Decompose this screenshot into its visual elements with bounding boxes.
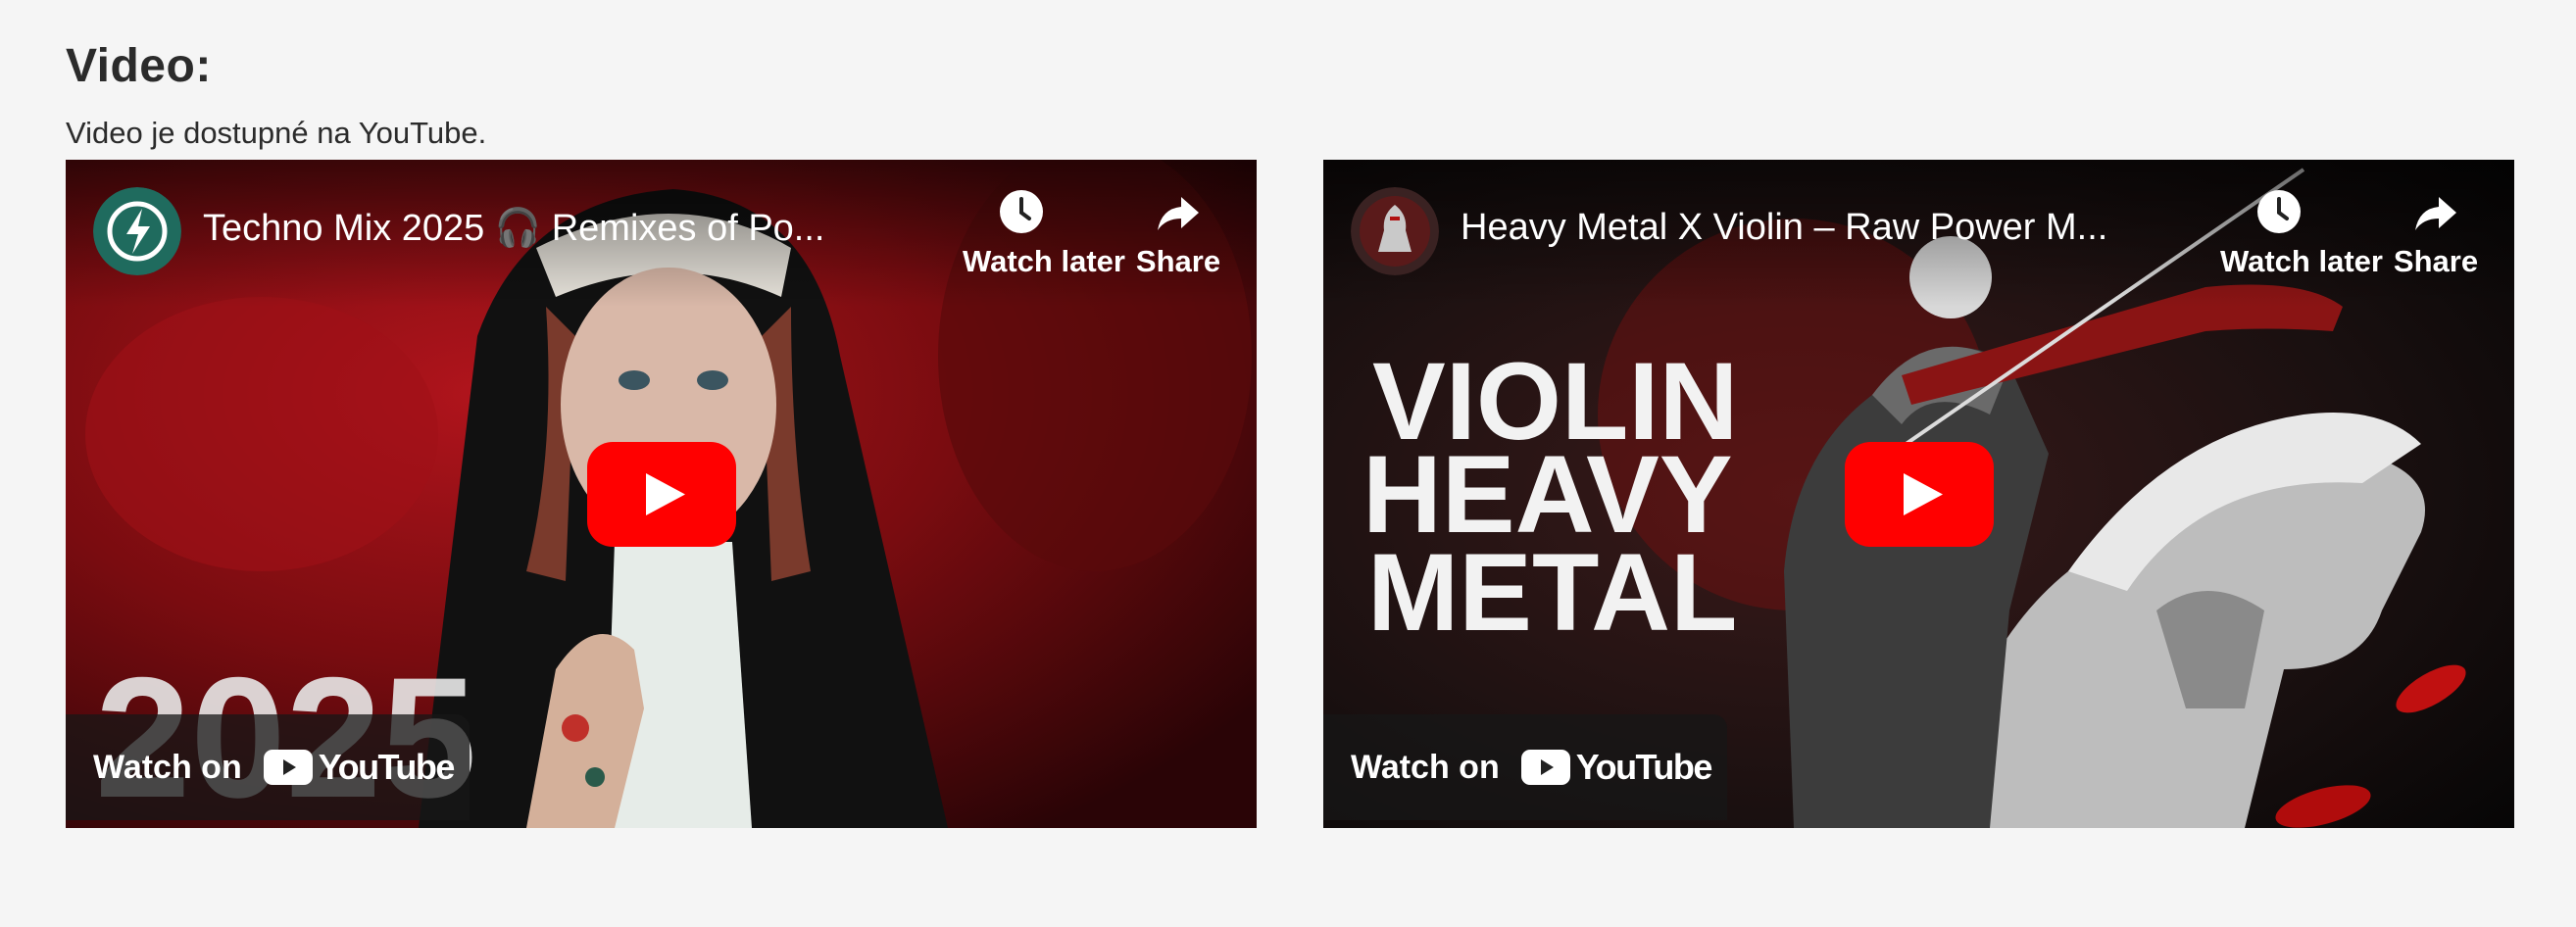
share-arrow-icon: [2415, 197, 2456, 230]
video-title[interactable]: Heavy Metal X Violin – Raw Power M...: [1461, 207, 2127, 249]
channel-avatar[interactable]: [93, 187, 181, 275]
watch-later-button[interactable]: Watch later: [963, 187, 1125, 279]
share-label: Share: [2393, 244, 2479, 278]
thumbnail-word-metal: METAL: [1367, 531, 1737, 654]
thumbnail-title-text: VIOLIN HEAVY METAL: [1362, 340, 1738, 654]
watch-later-label: Watch later: [963, 244, 1125, 278]
watch-later-button[interactable]: Watch later: [2220, 187, 2383, 279]
play-button[interactable]: [586, 442, 736, 547]
youtube-logo-icon: [1520, 750, 1570, 785]
youtube-embed-heavy-metal-violin[interactable]: VIOLIN HEAVY METAL Heavy Metal X Violin …: [1323, 160, 2514, 828]
youtube-wordmark: YouTube: [1575, 747, 1713, 787]
watch-on-label: Watch on: [1351, 748, 1500, 786]
youtube-logo: YouTube: [263, 747, 456, 788]
section-heading: Video:: [66, 40, 212, 92]
youtube-embed-techno-mix[interactable]: 2025 Techno Mix 2025 🎧 Remixes of Po... …: [66, 160, 1257, 828]
watch-on-label: Watch on: [93, 748, 242, 786]
clock-icon: [1000, 190, 1043, 233]
play-button[interactable]: [1844, 442, 1994, 547]
youtube-logo-icon: [263, 750, 313, 785]
section-subtext: Video je dostupné na YouTube.: [66, 116, 487, 150]
video-title[interactable]: Techno Mix 2025 🎧 Remixes of Po...: [203, 207, 869, 250]
share-button[interactable]: Share: [2377, 187, 2495, 279]
watch-later-label: Watch later: [2220, 244, 2383, 278]
share-label: Share: [1135, 244, 1221, 278]
share-button[interactable]: Share: [1119, 187, 1237, 279]
clock-icon: [2257, 190, 2301, 233]
watch-on-youtube-link[interactable]: Watch on YouTube: [1323, 714, 1727, 820]
watch-on-youtube-link[interactable]: Watch on YouTube: [66, 714, 470, 820]
knight-channel-icon: [1351, 187, 1439, 275]
share-arrow-icon: [1158, 197, 1199, 230]
channel-avatar[interactable]: [1351, 187, 1439, 275]
youtube-wordmark: YouTube: [318, 747, 456, 787]
youtube-logo: YouTube: [1520, 747, 1713, 788]
lightning-channel-icon: [93, 187, 181, 275]
